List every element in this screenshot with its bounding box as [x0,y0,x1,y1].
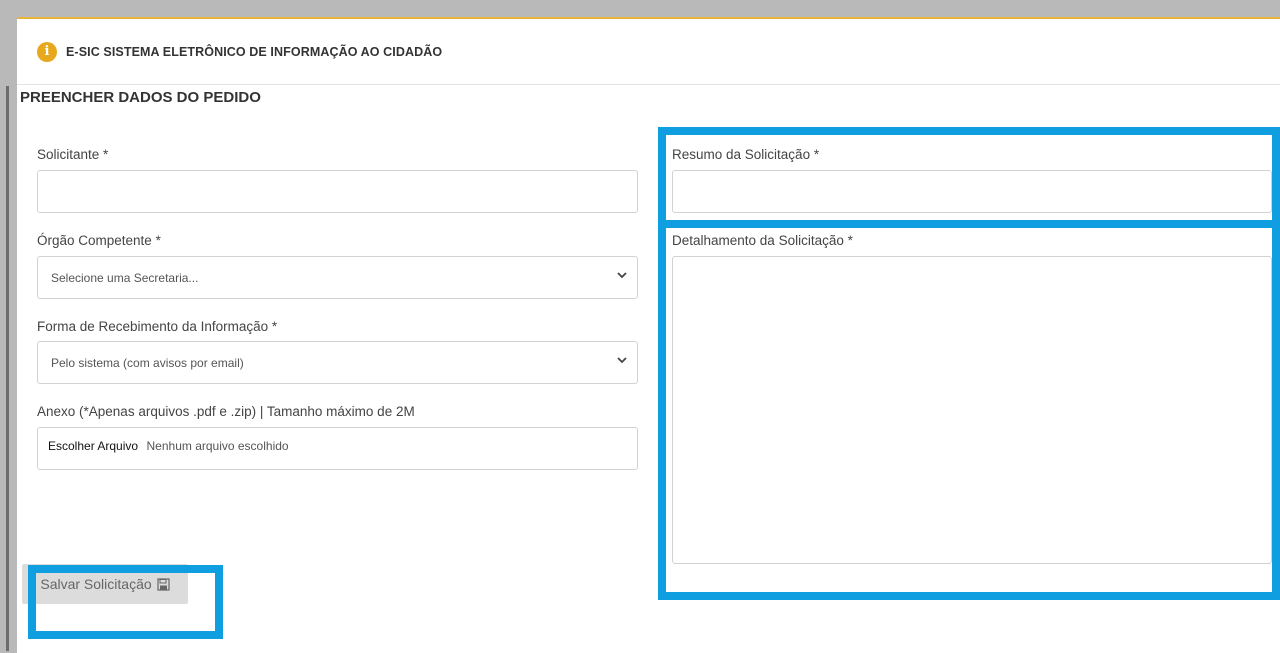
forma-label: Forma de Recebimento da Informação * [37,319,278,334]
file-status: Nenhum arquivo escolhido [146,439,289,453]
solicitante-input[interactable] [37,170,638,213]
save-button-label: Salvar Solicitação [40,576,152,592]
forma-select[interactable]: Pelo sistema (com avisos por email) [37,341,638,384]
anexo-label: Anexo (*Apenas arquivos .pdf e .zip) | T… [37,404,415,419]
floppy-disk-icon [157,577,170,591]
chevron-down-icon [617,272,627,279]
section-title: PREENCHER DADOS DO PEDIDO [20,89,261,106]
detalhamento-textarea[interactable] [672,256,1272,564]
resumo-input[interactable] [672,170,1272,213]
choose-file-button[interactable]: Escolher Arquivo [48,439,138,453]
orgao-select[interactable]: Selecione uma Secretaria... [37,256,638,299]
anexo-file-input: Escolher Arquivo Nenhum arquivo escolhid… [37,427,638,470]
chevron-down-icon [617,357,627,364]
detalhamento-label: Detalhamento da Solicitação * [672,233,853,248]
orgao-selected-value: Selecione uma Secretaria... [51,271,199,285]
solicitante-label: Solicitante * [37,147,109,162]
info-icon: i [37,41,57,62]
panel-header: i E-SIC SISTEMA ELETRÔNICO DE INFORMAÇÃO… [17,19,1280,85]
window-edge [6,86,9,651]
forma-selected-value: Pelo sistema (com avisos por email) [51,356,244,370]
panel-title: E-SIC SISTEMA ELETRÔNICO DE INFORMAÇÃO A… [66,44,443,59]
orgao-label: Órgão Competente * [37,233,161,248]
resumo-label: Resumo da Solicitação * [672,147,820,162]
save-request-button[interactable]: Salvar Solicitação [22,564,188,604]
